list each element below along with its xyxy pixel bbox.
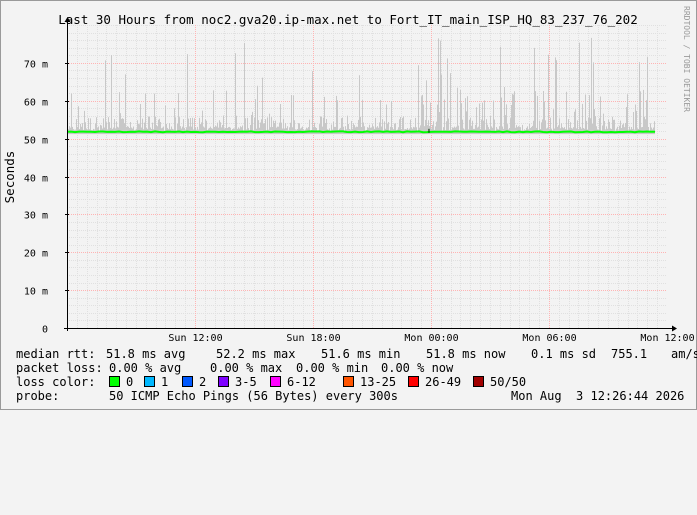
- loss-swatch-1: [144, 376, 155, 387]
- median-line: [67, 130, 655, 134]
- minor-grid: [67, 25, 667, 328]
- loss-color-4-label: 6-12: [287, 375, 316, 389]
- loss-color-item-1: 1: [144, 375, 168, 389]
- y-tick-label: 0: [42, 325, 48, 336]
- x-tick-label: Mon 06:00: [522, 333, 576, 344]
- loss-color-item-2: 2: [182, 375, 206, 389]
- probe-text: 50 ICMP Echo Pings (56 Bytes) every 300s: [109, 389, 398, 403]
- y-tick-label: 50 m: [24, 136, 48, 147]
- loss-swatch-4: [270, 376, 281, 387]
- smokeping-chart: 010 m20 m30 m40 m50 m60 m70 m Sun 12:00 S…: [2, 6, 695, 344]
- loss-swatch-7: [473, 376, 484, 387]
- loss-color-item-0: 0: [109, 375, 133, 389]
- loss-color-2-label: 2: [199, 375, 207, 389]
- median-now: 51.8 ms now: [426, 347, 506, 361]
- loss-min: 0.00 % min: [296, 361, 369, 375]
- x-tick-label: Mon 12:00: [640, 333, 694, 344]
- y-axis-label: Seconds: [2, 151, 17, 204]
- median-max: 52.2 ms max: [216, 347, 296, 361]
- x-tick-labels: Sun 12:00 Sun 18:00 Mon 00:00 Mon 06:00 Mon …: [168, 333, 694, 344]
- median-rtt-row: median rtt: 51.8 ms avg 52.2 ms max 51.6…: [16, 347, 697, 361]
- loss-swatch-0: [109, 376, 120, 387]
- median-avg: 51.8 ms avg: [106, 347, 186, 361]
- loss-color-item-5: 13-25: [343, 375, 396, 389]
- y-tick-label: 70 m: [24, 60, 48, 71]
- median-min: 51.6 ms min: [321, 347, 401, 361]
- loss-color-label: loss color:: [16, 375, 96, 389]
- loss-color-item-7: 50/50: [473, 375, 526, 389]
- y-tick-label: 30 m: [24, 211, 48, 222]
- probe-date: Mon Aug 3 12:26:44 2026: [511, 389, 685, 403]
- loss-avg: 0.00 % avg: [109, 361, 182, 375]
- loss-swatch-6: [408, 376, 419, 387]
- loss-color-3-label: 3-5: [235, 375, 257, 389]
- median-am: 755.1: [611, 347, 648, 361]
- loss-max: 0.00 % max: [210, 361, 283, 375]
- loss-swatch-3: [218, 376, 229, 387]
- y-tick-label: 60 m: [24, 98, 48, 109]
- loss-now: 0.00 % now: [381, 361, 454, 375]
- y-tick-label: 40 m: [24, 174, 48, 185]
- x-tick-label: Sun 12:00: [168, 333, 222, 344]
- loss-swatch-2: [182, 376, 193, 387]
- y-tick-label: 10 m: [24, 287, 48, 298]
- probe-label: probe:: [16, 389, 60, 403]
- loss-color-item-3: 3-5: [218, 375, 257, 389]
- y-tick-labels: 0 10 m 20 m 30 m 40 m 50 m 60 m 70 m: [24, 60, 48, 336]
- median-sd: 0.1 ms sd: [531, 347, 597, 361]
- loss-color-5-label: 13-25: [360, 375, 397, 389]
- probe-row: probe: 50 ICMP Echo Pings (56 Bytes) eve…: [16, 389, 684, 403]
- packet-loss-row: packet loss: 0.00 % avg 0.00 % max 0.00 …: [16, 361, 453, 375]
- loss-label: packet loss:: [16, 361, 103, 375]
- x-tick-label: Sun 18:00: [286, 333, 340, 344]
- loss-color-0-label: 0: [126, 375, 134, 389]
- loss-color-row: loss color: 0 1 2 3-5 6-12 13-25 26-49 5…: [16, 375, 526, 389]
- chart-title: Last 30 Hours from noc2.gva20.ip-max.net…: [58, 12, 637, 27]
- axes: [64, 17, 677, 332]
- median-label: median rtt:: [16, 347, 96, 361]
- x-axis-arrow: [672, 325, 677, 332]
- loss-color-6-label: 26-49: [425, 375, 462, 389]
- median-am-unit: am/s: [671, 347, 697, 361]
- rrdtool-watermark: RRDTOOL / TOBI OETIKER: [682, 6, 691, 112]
- x-tick-label: Mon 00:00: [404, 333, 458, 344]
- loss-swatch-5: [343, 376, 354, 387]
- loss-color-item-4: 6-12: [270, 375, 316, 389]
- loss-color-item-6: 26-49: [408, 375, 461, 389]
- loss-color-1-label: 1: [161, 375, 169, 389]
- y-tick-label: 20 m: [24, 249, 48, 260]
- loss-color-7-label: 50/50: [490, 375, 527, 389]
